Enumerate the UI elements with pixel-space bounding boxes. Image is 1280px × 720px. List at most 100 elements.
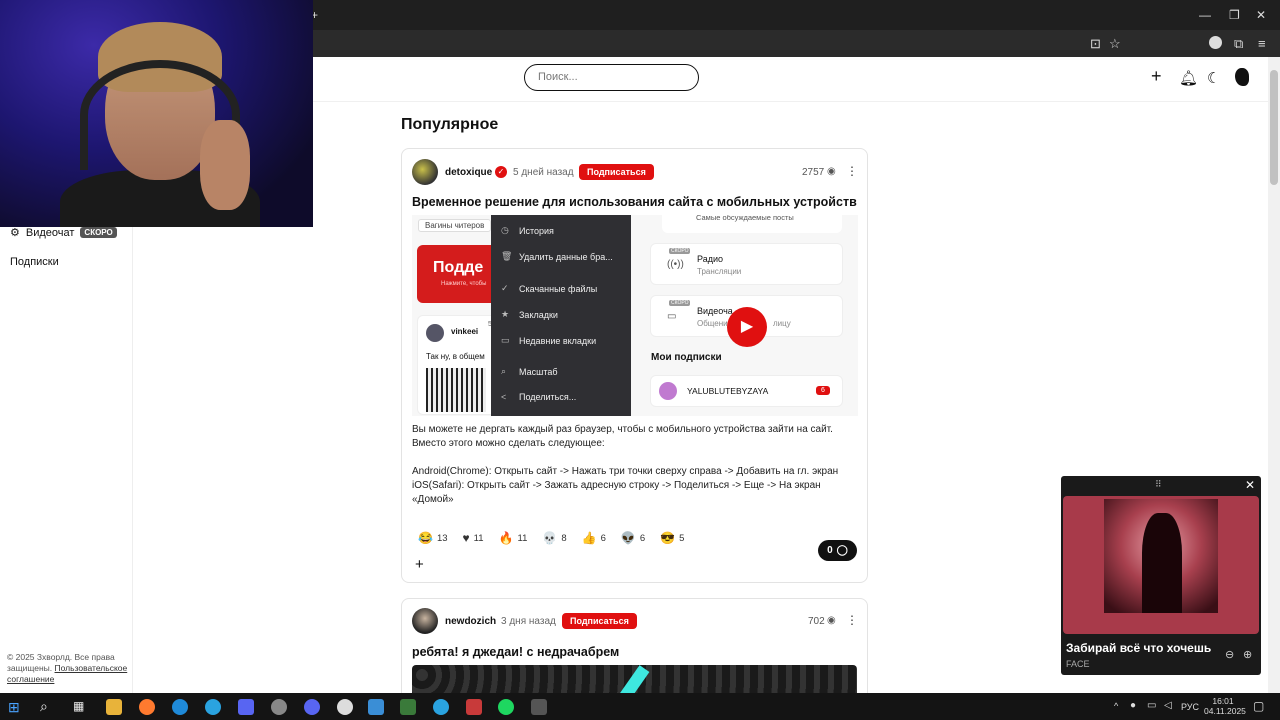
drag-handle-icon[interactable]: ⠿ bbox=[1155, 479, 1162, 490]
star-icon: ★ bbox=[501, 309, 510, 319]
post-image[interactable]: Вагины читеров Подде Нажмите, чтобы vink… bbox=[412, 215, 858, 416]
spotify-icon[interactable] bbox=[498, 699, 514, 715]
file-explorer-icon[interactable] bbox=[106, 699, 122, 715]
telegram-icon[interactable] bbox=[205, 699, 221, 715]
embed-banner: Подде Нажмите, чтобы bbox=[417, 245, 497, 303]
clock-date: 04.11.2025 bbox=[1204, 706, 1246, 716]
task-view-icon[interactable]: ▦ bbox=[73, 699, 84, 713]
webcam-overlay bbox=[0, 0, 313, 227]
windows-start-icon[interactable]: ⊞ bbox=[8, 699, 20, 716]
reaction-fire[interactable]: 🔥 11 bbox=[499, 531, 528, 545]
menu-item-bookmarks: ★ Закладки bbox=[501, 309, 558, 320]
embed-sub-name: YALUBLUTEBYZAYA bbox=[687, 386, 769, 396]
tray-chevron-icon[interactable]: ^ bbox=[1114, 701, 1118, 711]
mini-player: ⠿ ✕ Забирай всё что хочешь FACE ⊖ ⊕ bbox=[1061, 476, 1261, 675]
left-sidebar bbox=[0, 227, 133, 693]
embed-banner-text: Подде bbox=[433, 259, 484, 276]
app-icon[interactable] bbox=[400, 699, 416, 715]
track-artist[interactable]: FACE bbox=[1066, 659, 1090, 669]
reaction-alien[interactable]: 👽 6 bbox=[621, 531, 645, 545]
close-icon[interactable]: ✕ bbox=[1245, 478, 1255, 492]
firefox-icon[interactable] bbox=[139, 699, 155, 715]
minimize-button[interactable]: — bbox=[1199, 8, 1211, 22]
post-title[interactable]: Временное решение для использования сайт… bbox=[412, 195, 857, 209]
embed-user-text: Так ну, в общем bbox=[426, 352, 485, 361]
post-time: 3 дня назад bbox=[501, 616, 556, 627]
more-options-icon[interactable]: ⋮ bbox=[846, 164, 858, 178]
post-body-intro: Вы можете не дергать каждый раз браузер,… bbox=[412, 424, 833, 449]
embed-banner-sub: Нажмите, чтобы bbox=[441, 281, 487, 287]
post-image[interactable] bbox=[412, 665, 857, 693]
notifications-icon[interactable]: ▢ bbox=[1253, 699, 1264, 713]
telegram-icon[interactable] bbox=[433, 699, 449, 715]
visual-studio-icon[interactable] bbox=[238, 699, 254, 715]
clock[interactable]: 16:01 04.11.2025 bbox=[1204, 696, 1246, 716]
volume-up-icon[interactable]: ⊕ bbox=[1243, 648, 1252, 661]
menu-item-share: < Поделиться... bbox=[501, 392, 577, 402]
create-post-icon[interactable]: + bbox=[1151, 66, 1162, 87]
menu-item-clear-data: 🗑 Удалить данные бра... bbox=[501, 251, 613, 262]
post-author[interactable]: detoxique bbox=[445, 167, 492, 178]
more-options-icon[interactable]: ⋮ bbox=[846, 613, 858, 627]
edge-icon[interactable] bbox=[172, 699, 188, 715]
radio-sub: Трансляции bbox=[697, 267, 742, 276]
sidebar-item-videochat[interactable]: ⚙ Видеочат СКОРО bbox=[10, 226, 117, 239]
avatar[interactable] bbox=[412, 159, 438, 185]
fire-icon: 🔥 bbox=[498, 531, 514, 545]
volume-down-icon[interactable]: ⊖ bbox=[1225, 648, 1234, 661]
lightsaber-streak bbox=[616, 665, 650, 693]
close-window-button[interactable]: ✕ bbox=[1256, 8, 1266, 22]
album-cover[interactable] bbox=[1104, 499, 1218, 613]
embed-sub-count: 6 bbox=[816, 386, 830, 395]
reaction-heart[interactable]: ♥ 11 bbox=[463, 531, 484, 545]
install-app-icon[interactable]: ⊡ bbox=[1090, 36, 1101, 52]
restore-button[interactable]: ❐ bbox=[1229, 8, 1240, 22]
avatar bbox=[426, 324, 444, 342]
search-input[interactable]: Поиск... bbox=[524, 64, 699, 91]
download-icon: ✓ bbox=[501, 283, 509, 293]
bookmark-star-icon[interactable]: ☆ bbox=[1109, 36, 1121, 52]
post-author[interactable]: newdozich bbox=[445, 616, 496, 627]
profile-icon[interactable] bbox=[1209, 36, 1222, 49]
bell-icon[interactable]: 🔔︎ bbox=[1179, 69, 1198, 87]
video-title: Видеоча bbox=[697, 306, 733, 316]
moon-icon[interactable]: ☾ bbox=[1207, 69, 1220, 87]
reaction-cool[interactable]: 😎 5 bbox=[660, 531, 684, 545]
network-icon[interactable]: ▭ bbox=[1147, 700, 1156, 711]
app-icon[interactable] bbox=[368, 699, 384, 715]
avatar[interactable] bbox=[412, 608, 438, 634]
user-avatar[interactable] bbox=[1235, 68, 1249, 86]
discord-icon[interactable] bbox=[304, 699, 320, 715]
menu-icon[interactable]: ≡ bbox=[1258, 36, 1266, 51]
embed-tag: Вагины читеров bbox=[418, 219, 492, 232]
scrollbar-thumb[interactable] bbox=[1270, 70, 1278, 185]
post-title[interactable]: ребята! я джедаи! с недрачабрем bbox=[412, 645, 619, 659]
subscribe-button[interactable]: Подписаться bbox=[579, 164, 654, 180]
reaction-skull[interactable]: 💀 8 bbox=[542, 531, 566, 545]
soon-badge: СКОРО bbox=[80, 227, 117, 238]
alien-icon: 👽 bbox=[620, 531, 636, 545]
app-icon[interactable] bbox=[466, 699, 482, 715]
subscribe-button[interactable]: Подписаться bbox=[562, 613, 637, 629]
search-icon[interactable]: ⌕ bbox=[40, 698, 48, 715]
obs-icon[interactable] bbox=[337, 699, 353, 715]
play-icon[interactable]: ▶ bbox=[727, 307, 767, 347]
embed-user-name: vinkeei bbox=[451, 327, 479, 336]
reaction-thumb[interactable]: 👍 6 bbox=[582, 531, 606, 545]
add-reaction-icon[interactable]: + bbox=[415, 556, 424, 573]
steam-icon[interactable] bbox=[271, 699, 287, 715]
comments-button[interactable]: 0 ◯ bbox=[818, 540, 857, 561]
radio-title: Радио bbox=[697, 254, 723, 264]
language-indicator[interactable]: РУС bbox=[1181, 702, 1199, 712]
soon-badge: СКОРО bbox=[669, 300, 691, 306]
volume-icon[interactable]: ◁ bbox=[1164, 700, 1172, 711]
skull-icon: 💀 bbox=[542, 531, 558, 545]
mic-icon[interactable]: ● bbox=[1130, 700, 1136, 711]
post-time: 5 дней назад bbox=[513, 167, 574, 178]
track-title[interactable]: Забирай всё что хочешь bbox=[1066, 641, 1211, 655]
soon-badge: СКОРО bbox=[669, 248, 691, 254]
video-sub: Общени bbox=[697, 319, 728, 328]
reaction-laugh[interactable]: 😂 13 bbox=[418, 531, 448, 545]
extensions-icon[interactable]: ⧉ bbox=[1234, 36, 1243, 52]
app-icon[interactable] bbox=[531, 699, 547, 715]
